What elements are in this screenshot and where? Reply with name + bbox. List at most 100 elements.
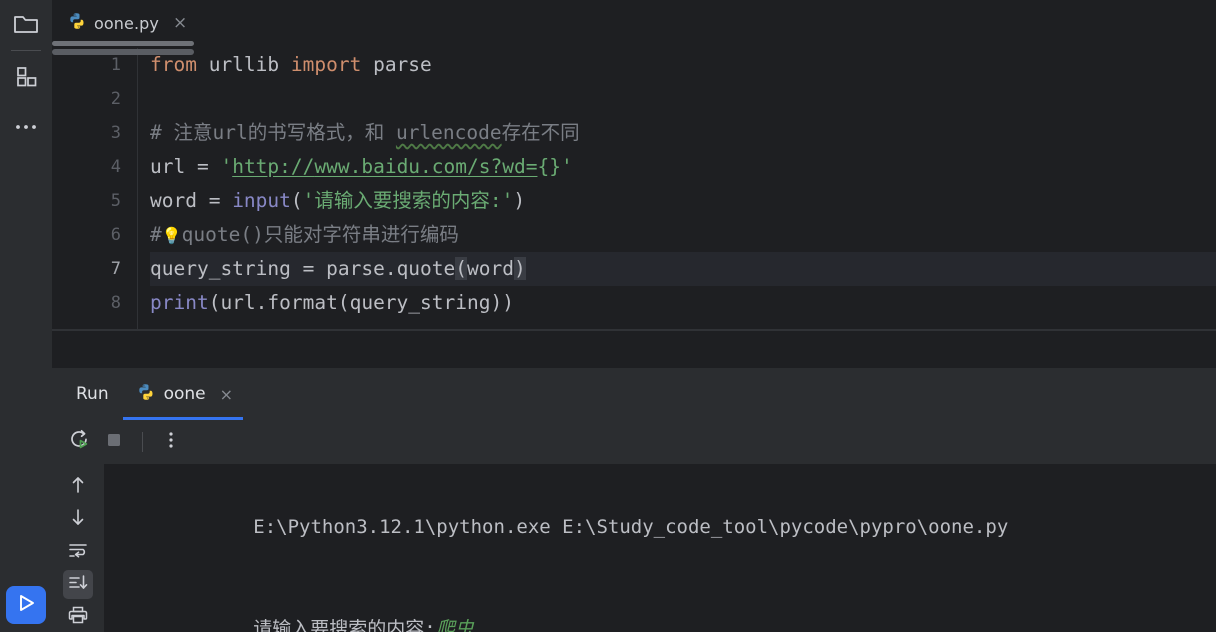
rerun-icon (69, 429, 91, 455)
line-number: 5 (110, 191, 121, 211)
console-command-line: E:\Python3.12.1\python.exe E:\Study_code… (116, 476, 1216, 578)
code-token: url (150, 155, 197, 178)
line-number: 8 (110, 293, 121, 313)
printer-icon (67, 605, 89, 629)
arrow-down-icon (69, 507, 87, 531)
code-token: = (196, 155, 221, 178)
code-token: parse (373, 53, 432, 76)
editor-bottom-edge (52, 329, 1216, 330)
code-token: 💡 (161, 226, 182, 245)
close-icon[interactable]: × (220, 385, 233, 404)
code-line: #💡quote()只能对字符串进行编码 (150, 218, 1216, 252)
soft-wrap-button[interactable] (63, 537, 93, 567)
code-token: print (150, 291, 209, 314)
scrollbar-thumb[interactable] (52, 49, 194, 55)
scroll-to-end-icon (67, 573, 89, 597)
run-button[interactable] (6, 586, 46, 624)
print-button[interactable] (63, 602, 93, 632)
editor-tab-label: oone.py (94, 13, 159, 33)
line-number: 2 (110, 89, 121, 109)
line-number: 6 (110, 225, 121, 245)
run-tool-window: Run oone × E:\Python3.12.1\python.exe E:… (52, 368, 1216, 632)
code-token: # (150, 223, 162, 246)
soft-wrap-icon (67, 540, 89, 564)
code-token: word (467, 257, 514, 280)
folder-icon (13, 13, 39, 39)
code-token: = (302, 257, 327, 280)
code-token: ( (290, 189, 303, 212)
run-toolbar (52, 420, 1216, 464)
line-number: 7 (110, 259, 121, 279)
run-panel-header: Run oone × (52, 368, 1216, 420)
code-token: http:// (232, 155, 315, 178)
grid-squares-icon (13, 65, 39, 93)
close-icon[interactable]: × (173, 14, 187, 32)
play-triangle-icon (15, 592, 37, 618)
sidebar-item-structure[interactable] (6, 59, 46, 99)
active-tab-indicator (52, 41, 194, 46)
console-side-toolbar (52, 464, 104, 632)
run-tab-label: oone (163, 384, 206, 404)
code-token: import (290, 53, 374, 76)
line-number: 3 (110, 123, 121, 143)
more-dots-icon (13, 116, 39, 135)
code-token: ) (513, 189, 526, 212)
code-line: query_string = parse.quote(word) (150, 252, 1216, 286)
up-button[interactable] (63, 472, 93, 502)
left-tool-rail (0, 0, 52, 632)
line-number-gutter: 1 2 3 4 5 6 7 8 9 (52, 48, 138, 330)
code-token: quote()只能对字符串进行编码 (181, 223, 459, 246)
editor-horizontal-scrollbar[interactable] (52, 48, 1216, 56)
sidebar-item-more[interactable] (6, 105, 46, 145)
code-token: urlencode (395, 121, 502, 144)
editor-tab-oone-py[interactable]: oone.py × (52, 0, 201, 46)
active-run-tab-indicator (122, 417, 244, 420)
down-button[interactable] (63, 505, 93, 535)
code-token: input (232, 189, 291, 212)
code-editor[interactable]: 1 2 3 4 5 6 7 8 9 from urllib import par… (52, 48, 1216, 330)
editor-tab-bar: oone.py × (52, 0, 1216, 48)
code-token: = (208, 189, 233, 212)
code-line: url = 'http://www.baidu.com/s?wd={}' (150, 150, 1216, 184)
run-panel-title: Run (76, 384, 109, 404)
code-content[interactable]: from urllib import parse # 注意url的书写格式，和 … (138, 48, 1216, 330)
console-area: E:\Python3.12.1\python.exe E:\Study_code… (52, 464, 1216, 632)
rail-divider (11, 50, 41, 51)
more-options-button[interactable] (157, 428, 185, 456)
console-prompt-text: 请输入要搜索的内容: (253, 618, 436, 632)
main-area: oone.py × 1 2 3 4 5 6 7 8 9 from urllib … (52, 0, 1216, 632)
rerun-button[interactable] (66, 428, 94, 456)
sidebar-item-project[interactable] (6, 6, 46, 46)
code-token: /s?wd= (467, 155, 538, 178)
code-token: (url.format(query_string)) (208, 291, 514, 314)
console-output[interactable]: E:\Python3.12.1\python.exe E:\Study_code… (104, 464, 1216, 632)
editor-run-splitter[interactable] (52, 330, 1216, 368)
code-token: ( (455, 257, 468, 280)
code-token: query_string (150, 257, 303, 280)
code-token: 存在不同 (501, 121, 580, 144)
code-token: from (150, 53, 209, 76)
python-file-icon (137, 383, 155, 405)
run-tab-oone[interactable]: oone × (122, 368, 244, 420)
code-token: quote (396, 257, 456, 280)
console-command-text: E:\Python3.12.1\python.exe E:\Study_code… (253, 516, 1009, 538)
code-line: # 注意url的书写格式，和 urlencode存在不同 (150, 116, 1216, 150)
stop-button[interactable] (100, 428, 128, 456)
scroll-to-end-button[interactable] (63, 569, 93, 600)
code-token: {} (537, 155, 561, 178)
code-token: parse (326, 257, 385, 280)
code-token: . (384, 257, 397, 280)
line-number: 4 (110, 157, 121, 177)
ide-window: oone.py × 1 2 3 4 5 6 7 8 9 from urllib … (0, 0, 1216, 632)
code-token: www.baidu.com (314, 155, 468, 178)
code-token: ' (220, 155, 233, 178)
toolbar-divider (142, 432, 143, 452)
code-line: word = input('请输入要搜索的内容:') (150, 184, 1216, 218)
stop-square-icon (104, 430, 124, 454)
vertical-dots-icon (168, 429, 174, 455)
code-token: ) (513, 257, 526, 280)
code-token: urllib (208, 53, 291, 76)
code-token: ' (560, 155, 573, 178)
code-line: print(url.format(query_string)) (150, 286, 1216, 320)
